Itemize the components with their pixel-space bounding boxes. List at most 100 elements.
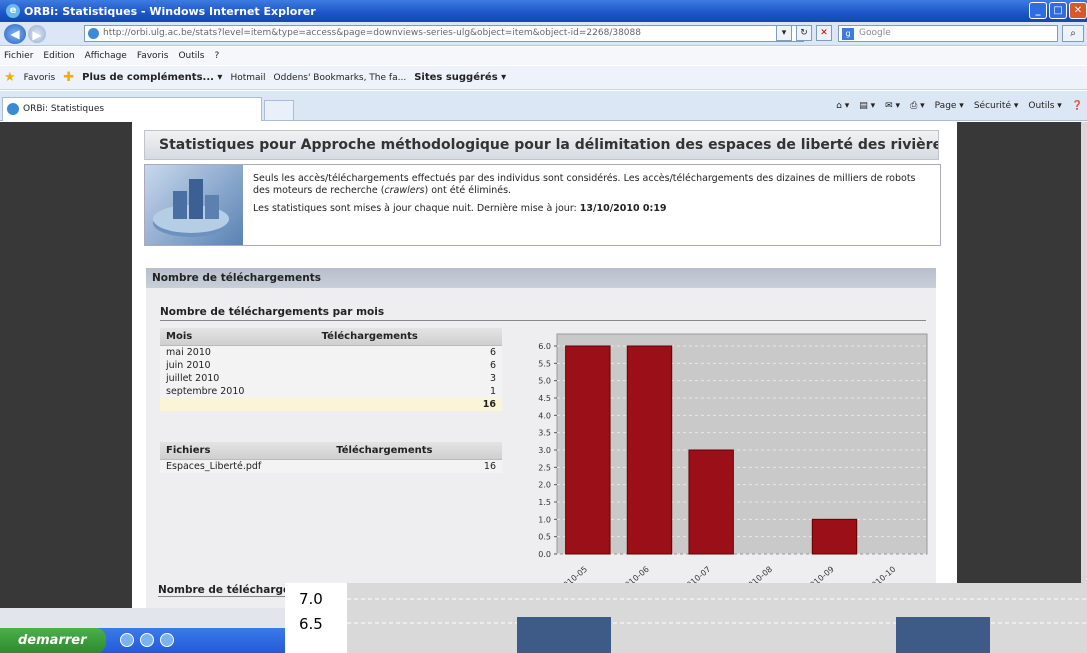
back-button[interactable]: ◀ [4, 23, 26, 44]
section-header: Nombre de téléchargements [146, 268, 936, 288]
close-button[interactable]: ✕ [1069, 2, 1087, 19]
y-tick-label: 3.0 [538, 446, 551, 455]
stop-icon[interactable]: ✕ [816, 25, 832, 41]
forward-button[interactable]: ▶ [28, 24, 46, 43]
plot-area [556, 333, 928, 555]
last-update-date: 13/10/2010 0:19 [579, 203, 667, 214]
overlay-bar [896, 617, 990, 653]
bar [626, 345, 673, 555]
window-title: ORBi: Statistiques - Windows Internet Ex… [24, 4, 316, 18]
security-menu[interactable]: Sécurité ▾ [974, 101, 1019, 111]
ie-quicklaunch-icon[interactable] [140, 633, 154, 647]
col-files: Fichiers [160, 442, 331, 460]
tab-title: ORBi: Statistiques [23, 104, 105, 114]
taskbar: demarrer [0, 628, 330, 653]
menu-help[interactable]: ? [214, 51, 219, 61]
google-icon: g [842, 28, 854, 40]
fav-oddens[interactable]: Oddens' Bookmarks, The fa... [274, 73, 407, 83]
tab-globe-icon [7, 103, 19, 115]
subsection-header: Nombre de téléchargements par mois [160, 306, 926, 321]
table-row: juin 2010 6 [160, 359, 502, 372]
print-icon[interactable]: ⎙ ▾ [910, 101, 925, 111]
search-icon[interactable]: ⌕ [1062, 25, 1084, 42]
y-tick-label: 2.0 [538, 481, 551, 490]
scrollbar[interactable] [1081, 122, 1087, 608]
refresh-icon[interactable]: ↻ [796, 25, 812, 41]
col-downloads: Téléchargements [315, 328, 502, 346]
globe-icon [88, 28, 99, 39]
start-button[interactable]: demarrer [0, 628, 106, 653]
page-body: Statistiques pour Approche méthodologiqu… [132, 122, 957, 608]
menu-favoris[interactable]: Favoris [137, 51, 169, 61]
y-tick-label: 6.0 [538, 342, 551, 351]
favorites-bar: ★ Favoris ✚ Plus de compléments... ▾ Hot… [0, 66, 1087, 90]
y-tick-label: 2.5 [538, 463, 551, 472]
menu-outils[interactable]: Outils [178, 51, 204, 61]
overlay-chart-fragment: 7.0 6.5 [285, 583, 1087, 653]
tab-bar: ORBi: Statistiques ⌂ ▾ ▤ ▾ ✉ ▾ ⎙ ▾ Page … [0, 91, 1087, 121]
info-text-1: Seuls les accès/téléchargements effectué… [253, 173, 916, 196]
downloads-bar-chart: 0.00.51.01.52.02.53.03.54.04.55.05.56.02… [538, 333, 928, 593]
table-row: septembre 2010 1 [160, 385, 502, 398]
col-file-downloads: Téléchargements [330, 442, 502, 460]
page-title: Statistiques pour Approche méthodologiqu… [144, 130, 939, 160]
col-month: Mois [160, 328, 316, 346]
bar [565, 345, 611, 555]
tab-orbi[interactable]: ORBi: Statistiques [2, 97, 262, 121]
file-link[interactable]: Espaces_Liberté.pdf [160, 459, 331, 473]
monthly-downloads-table: Mois Téléchargements mai 2010 6 juin 2010 6… [160, 328, 502, 411]
y-tick-label: 0.5 [538, 533, 551, 542]
overlay-ytick: 6.5 [299, 615, 323, 633]
y-tick-label: 1.0 [538, 515, 551, 524]
statistics-chart-image [145, 165, 243, 245]
tools-menu[interactable]: Outils ▾ [1028, 101, 1061, 111]
feeds-icon[interactable]: ▤ ▾ [859, 101, 875, 111]
y-tick-label: 0.0 [538, 550, 551, 559]
home-icon[interactable]: ⌂ ▾ [836, 101, 849, 111]
menu-fichier[interactable]: Fichier [4, 51, 33, 61]
fav-more-addons[interactable]: Plus de compléments... ▾ [82, 72, 222, 83]
status-bar [0, 608, 290, 628]
bar [688, 449, 734, 555]
info-text-2: Les statistiques sont mises à jour chaqu… [253, 203, 667, 214]
y-tick-label: 4.5 [538, 394, 551, 403]
quicklaunch-icon[interactable] [120, 633, 134, 647]
compat-view-icon[interactable]: ▾ [776, 25, 792, 41]
window-titlebar: e ORBi: Statistiques - Windows Internet … [0, 0, 1087, 22]
y-tick-label: 5.5 [538, 359, 551, 368]
y-tick-label: 4.0 [538, 411, 551, 420]
menu-edition[interactable]: Edition [43, 51, 74, 61]
y-tick-label: 3.5 [538, 429, 551, 438]
fav-suggested-sites[interactable]: Sites suggérés ▾ [414, 72, 506, 83]
table-row: Espaces_Liberté.pdf 16 [160, 459, 502, 473]
menu-affichage[interactable]: Affichage [85, 51, 127, 61]
table-row: mai 2010 6 [160, 345, 502, 359]
files-table: Fichiers Téléchargements Espaces_Liberté.… [160, 442, 502, 473]
overlay-ytick: 7.0 [299, 590, 323, 608]
overlay-bar [517, 617, 611, 653]
page-menu[interactable]: Page ▾ [935, 101, 964, 111]
favorites-star-icon: ★ [4, 70, 16, 85]
search-placeholder: Google [859, 28, 891, 38]
y-tick-label: 1.5 [538, 498, 551, 507]
url-input[interactable]: http://orbi.ulg.ac.be/stats?level=item&t… [84, 25, 804, 42]
minimize-button[interactable]: _ [1029, 2, 1047, 19]
add-favorite-icon[interactable]: ✚ [63, 70, 74, 85]
favorites-button[interactable]: Favoris [24, 73, 56, 83]
address-bar: ◀ ▶ http://orbi.ulg.ac.be/stats?level=it… [0, 22, 1087, 46]
table-row: juillet 2010 3 [160, 372, 502, 385]
ie-logo-icon: e [6, 4, 20, 18]
help-icon[interactable]: ❓ [1072, 101, 1083, 111]
maximize-button[interactable]: □ [1049, 2, 1067, 19]
new-tab-button[interactable] [264, 100, 294, 120]
mail-icon[interactable]: ✉ ▾ [885, 101, 900, 111]
downloads-panel: Nombre de téléchargements Nombre de télé… [146, 268, 936, 608]
url-text: http://orbi.ulg.ac.be/stats?level=item&t… [103, 28, 641, 38]
menu-bar: Fichier Edition Affichage Favoris Outils… [0, 47, 1087, 65]
fav-hotmail[interactable]: Hotmail [230, 73, 265, 83]
browser-viewport: Statistiques pour Approche méthodologiqu… [0, 122, 1087, 608]
next-section-header: Nombre de télécharge [158, 584, 298, 597]
media-quicklaunch-icon[interactable] [160, 633, 174, 647]
info-box: Seuls les accès/téléchargements effectué… [144, 164, 941, 246]
search-input[interactable]: g Google [838, 25, 1058, 42]
